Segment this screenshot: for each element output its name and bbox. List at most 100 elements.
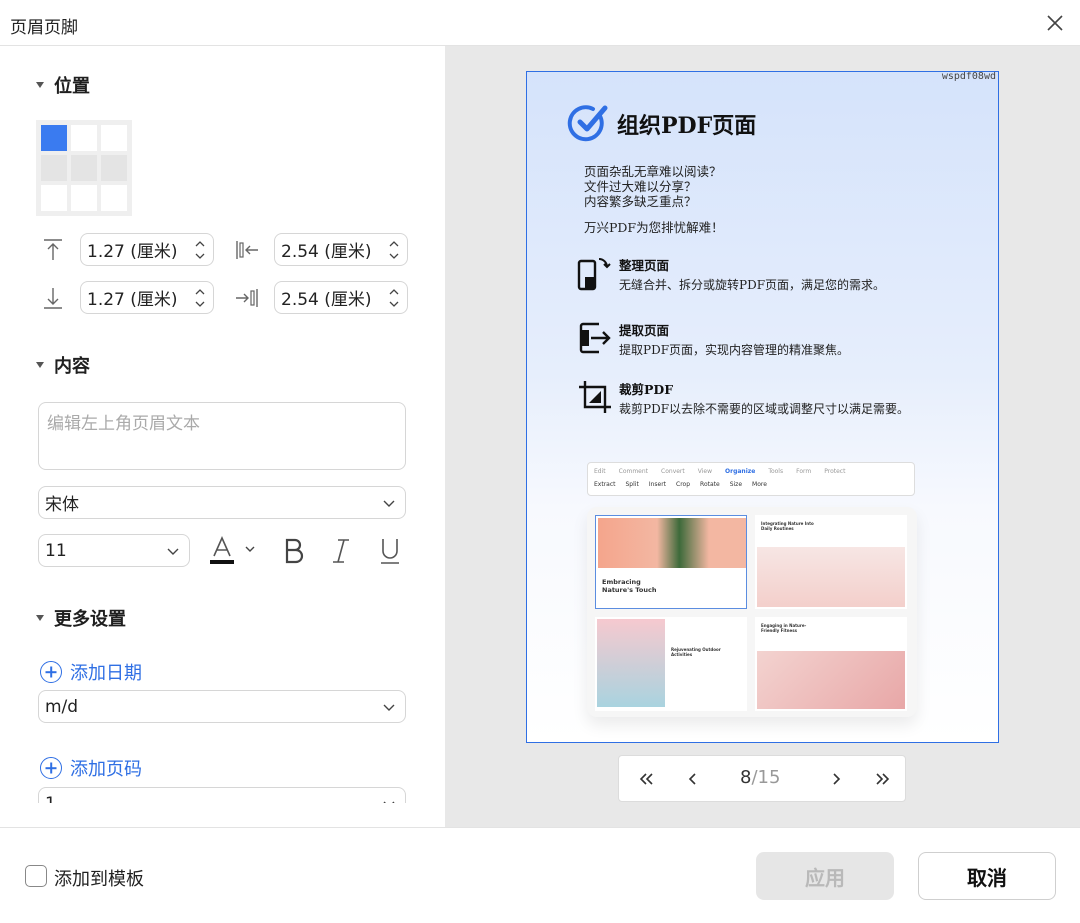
mock-image-plant [598,518,746,568]
bottom-margin-icon [44,287,62,309]
intro-tagline: 万兴PDF为您排忧解难！ [584,220,724,235]
mock-tab: Tools [768,468,784,475]
apply-button[interactable]: 应用 [756,852,894,900]
mock-tab-active: Organize [725,468,756,475]
left-margin-icon [236,240,258,259]
page-number-format-select[interactable]: 1 [38,787,406,803]
mock-tool: Extract [594,481,616,488]
spinner-arrows-icon[interactable] [193,286,207,310]
position-bottom-right[interactable] [101,185,127,211]
spinner-arrows-icon[interactable] [387,286,401,310]
mock-card-title: Rejuvenating Outdoor Activities [671,647,721,657]
spinner-arrows-icon[interactable] [193,238,207,262]
underline-button[interactable] [376,536,404,566]
add-date-link[interactable]: 添加日期 [40,659,142,685]
position-top-right[interactable] [101,125,127,151]
feature-title: 整理页面 [619,258,670,273]
position-middle-center [71,155,97,181]
mock-toolbar: Edit Comment Convert View Organize Tools… [587,462,915,496]
mock-page-thumb: Rejuvenating Outdoor Activities [595,617,747,711]
mock-image-stairs [757,651,905,709]
mock-card-title: Integrating Nature Into Daily Routines [761,521,814,531]
mock-tool: More [752,481,767,488]
top-margin-input[interactable]: 1.27 (厘米) [80,233,214,266]
mock-tab: Convert [661,468,685,475]
underline-icon [381,539,399,564]
mock-tool: Crop [676,481,691,488]
position-middle-left [41,155,67,181]
mock-image-vase [757,547,905,607]
dialog-titlebar: 页眉页脚 [0,0,1080,46]
date-format-select[interactable]: m/d [38,690,406,723]
plus-circle-icon [40,757,62,779]
left-margin-input[interactable]: 2.54 (厘米) [274,233,408,266]
feature-desc: 提取PDF页面，实现内容管理的精准聚焦。 [619,343,850,357]
add-to-template-checkbox[interactable] [25,865,47,887]
first-page-button[interactable] [633,766,659,792]
font-family-select[interactable]: 宋体 [38,486,406,519]
organize-pages-icon [577,258,611,291]
chevron-down-icon [383,500,395,507]
chevron-down-icon [383,704,395,711]
prev-page-button[interactable] [680,766,706,792]
next-page-button[interactable] [823,766,849,792]
top-margin-icon [44,238,62,260]
mock-tab: Edit [594,468,606,475]
cancel-button[interactable]: 取消 [918,852,1056,900]
add-page-number-link[interactable]: 添加页码 [40,755,142,781]
mock-tab: Protect [824,468,846,475]
margin-row-2: 1.27 (厘米) 2.54 (厘米) [40,281,408,314]
font-color-button[interactable] [208,536,260,566]
mock-tool: Split [625,481,639,488]
margin-row-1: 1.27 (厘米) 2.54 (厘米) [40,233,408,266]
page-indicator[interactable]: 8/15 [740,767,780,788]
page-navigator: 8/15 [618,755,906,802]
add-page-number-label: 添加页码 [70,759,142,780]
position-bottom-center[interactable] [71,185,97,211]
bold-button[interactable] [280,536,308,566]
section-content[interactable]: 内容 [36,352,90,378]
feature-title: 提取页面 [619,323,670,338]
bottom-margin-input[interactable]: 1.27 (厘米) [80,281,214,314]
mock-card-title: Embracing Nature's Touch [602,578,657,594]
section-more-settings[interactable]: 更多设置 [36,605,126,631]
intro-line: 内容繁多缺乏重点？ [584,194,697,209]
italic-button[interactable] [327,536,355,566]
mock-tool: Rotate [700,481,720,488]
right-margin-value: 2.54 (厘米) [281,290,372,310]
feature-extract: 提取页面 提取PDF页面，实现内容管理的精准聚焦。 [577,320,849,358]
chevron-down-icon [167,548,179,555]
close-icon[interactable] [1044,12,1066,34]
mock-tab: Comment [618,468,649,475]
section-position[interactable]: 位置 [36,72,90,98]
preview-page: wspdf08wd 组织PDF页面 页面杂乱无章难以阅读？ 文件过大难以分享？ … [526,71,999,743]
mock-card-title: Engaging in Nature-Friendly Fitness [761,623,807,633]
header-text-placeholder: 编辑左上角页眉文本 [47,414,200,434]
feature-desc: 裁剪PDF以去除不需要的区域或调整尺寸以满足需要。 [619,402,910,416]
double-chevron-right-icon [876,773,890,785]
mock-page-thumb: Integrating Nature Into Daily Routines [755,515,907,609]
dialog-title: 页眉页脚 [10,18,78,38]
intro-line: 文件过大难以分享？ [584,179,697,194]
position-middle-right [101,155,127,181]
position-top-left[interactable] [41,125,67,151]
font-size-select[interactable]: 11 [38,534,190,567]
mock-tab: Form [796,468,812,475]
intro-line: 页面杂乱无章难以阅读？ [584,164,722,179]
feature-organize: 整理页面 无缝合并、拆分或旋转PDF页面，满足您的需求。 [577,255,885,293]
mock-image-lily [597,619,665,707]
dialog-footer: 添加到模板 应用 取消 [0,827,1080,923]
collapse-triangle-icon [36,362,44,368]
add-to-template-label[interactable]: 添加到模板 [54,865,144,891]
spinner-arrows-icon[interactable] [387,238,401,262]
preview-intro: 页面杂乱无章难以阅读？ 文件过大难以分享？ 内容繁多缺乏重点？ [584,164,722,209]
position-top-center[interactable] [71,125,97,151]
section-position-title: 位置 [54,76,90,97]
header-text-input[interactable]: 编辑左上角页眉文本 [38,402,406,470]
feature-title: 裁剪PDF [619,382,674,397]
position-bottom-left[interactable] [41,185,67,211]
last-page-button[interactable] [870,766,896,792]
font-family-value: 宋体 [45,495,79,515]
crop-icon [579,381,611,413]
right-margin-input[interactable]: 2.54 (厘米) [274,281,408,314]
